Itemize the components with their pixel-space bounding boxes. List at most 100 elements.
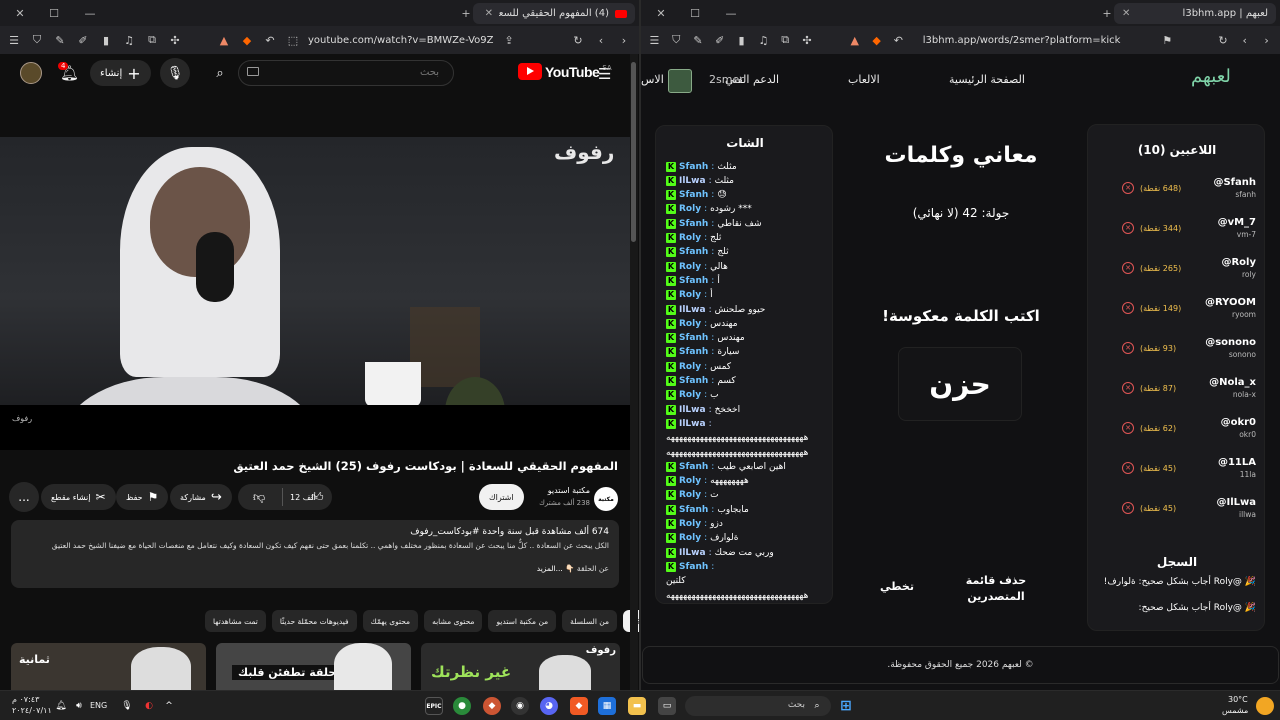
close-tab-icon[interactable]: ✕ [1122, 8, 1130, 19]
thumbnail[interactable]: حلقة تطفئن قلبك [216, 643, 411, 690]
create-button[interactable]: إنشاء + [90, 60, 151, 86]
menu-icon[interactable]: ☰ [6, 32, 22, 48]
microphone-tray-icon[interactable]: 🎙 [118, 697, 136, 715]
nav-games[interactable]: الالعاب [848, 73, 880, 86]
github-icon[interactable]: ◉ [511, 697, 529, 715]
page-scrollbar[interactable] [630, 54, 638, 690]
close-window-icon[interactable]: ✕ [10, 3, 30, 23]
remove-player-icon[interactable]: ✕ [1122, 182, 1134, 194]
minimize-icon[interactable]: — [80, 3, 100, 23]
music-icon[interactable]: ♫ [121, 32, 137, 48]
remove-player-icon[interactable]: ✕ [1122, 302, 1134, 314]
chip-channel[interactable]: من مكتبة استديو [488, 610, 557, 632]
shield-icon[interactable]: ⛉ [669, 32, 684, 48]
remove-player-icon[interactable]: ✕ [1122, 422, 1134, 434]
more-actions-button[interactable]: ... [9, 482, 39, 512]
extensions-icon[interactable]: ✣ [800, 32, 815, 48]
bookmark-icon[interactable]: ⚑ [1160, 32, 1175, 48]
screenshot-icon[interactable]: ⧉ [778, 32, 793, 48]
tab-youtube[interactable]: (4) المفهوم الحقيقي للسعادة | ✕ [473, 3, 635, 24]
chevron-up-icon[interactable]: ^ [160, 697, 178, 715]
menu-icon[interactable]: ☰ [647, 32, 662, 48]
youtube-logo[interactable]: YouTube SA [518, 63, 612, 80]
brave-taskbar-icon[interactable]: ◆ [570, 697, 588, 715]
chip-recent[interactable]: فيديوهات محمّلة حديثًا [271, 610, 357, 632]
forward-icon[interactable]: › [1259, 32, 1274, 48]
forward-icon[interactable]: › [616, 32, 632, 48]
chip-series[interactable]: من السلسلة [562, 610, 618, 632]
pin-icon[interactable]: ✎ [52, 32, 68, 48]
user-avatar[interactable] [668, 69, 692, 93]
sidebar-icon[interactable]: ▮ [98, 32, 114, 48]
reload-icon[interactable]: ↻ [1216, 32, 1231, 48]
close-window-icon[interactable]: ✕ [651, 3, 671, 23]
skip-button[interactable]: تخطي [869, 580, 925, 593]
sun-icon[interactable] [1256, 697, 1274, 715]
store-icon[interactable]: ▦ [598, 697, 616, 715]
chrome-icon[interactable]: ● [453, 697, 471, 715]
video-description[interactable]: 674 ألف مشاهدة قبل سنة واحدة #بودكاست_رف… [11, 520, 619, 588]
video-player[interactable]: رفوف [0, 137, 630, 405]
close-tab-icon[interactable]: ✕ [485, 8, 493, 19]
weather-temp[interactable]: 30°C [1228, 695, 1248, 704]
extensions-icon[interactable]: ✣ [167, 32, 183, 48]
keyboard-icon[interactable] [247, 67, 259, 76]
save-button[interactable]: حفظ ⚑ [116, 484, 169, 510]
triangle-icon[interactable]: ▲ [216, 32, 232, 48]
clip-button[interactable]: إنشاء مقطع ✂ [41, 484, 116, 510]
remove-player-icon[interactable]: ✕ [1122, 502, 1134, 514]
nav-home[interactable]: الصفحة الرئيسية [949, 73, 1025, 86]
pencil-icon[interactable]: ✐ [712, 32, 727, 48]
music-icon[interactable]: ♫ [756, 32, 771, 48]
screenshot-icon[interactable]: ⧉ [144, 32, 160, 48]
speaker-icon[interactable]: 🔊︎ [70, 697, 88, 715]
language-indicator[interactable]: ENG [90, 701, 107, 710]
notification-icon[interactable]: 🔔︎ [52, 697, 70, 715]
address-bar[interactable]: youtube.com/watch?v=BMWZe-Vo9ZQ&t... [308, 35, 494, 46]
back-icon[interactable]: ‹ [593, 32, 609, 48]
pencil-icon[interactable]: ✐ [75, 32, 91, 48]
like-icon[interactable]: 👍︎ [311, 490, 324, 505]
remove-player-icon[interactable]: ✕ [1122, 342, 1134, 354]
chip-for-you[interactable]: محتوى يهمّك [362, 610, 419, 632]
address-bar[interactable]: l3bhm.app/words/2smer?platform=kick [923, 35, 1153, 46]
nav-username[interactable]: 2smer [709, 73, 744, 86]
avatar[interactable] [20, 62, 42, 84]
app-icon[interactable]: ◆ [483, 697, 501, 715]
share-button[interactable]: مشاركة ↪ [170, 484, 232, 510]
thumbnail[interactable]: ثمانية [11, 643, 206, 690]
brave-icon[interactable]: ◆ [239, 32, 255, 48]
thumbnail[interactable]: رفوف غير نظرتك [421, 643, 620, 690]
discord-icon[interactable]: ◕ [540, 697, 558, 715]
tab-l3bhm[interactable]: ✕ l3bhm.app | لعبهم [1114, 3, 1276, 24]
chip-watched[interactable]: تمت مشاهدتها [205, 610, 266, 632]
search-input[interactable]: بحث [238, 60, 454, 86]
scrollbar-thumb[interactable] [631, 62, 636, 242]
nav-name-clipped[interactable]: الاس [641, 73, 664, 86]
windows-start-icon[interactable]: ⊞ [837, 697, 855, 715]
search-icon[interactable]: ⌕ [808, 697, 826, 715]
site-info-icon[interactable]: ⬚ [285, 32, 301, 48]
back-history-icon[interactable]: ↶ [891, 32, 906, 48]
site-logo[interactable]: لعبهم [1191, 66, 1231, 87]
back-icon[interactable]: ‹ [1237, 32, 1252, 48]
chip-similar[interactable]: محتوى مشابه [424, 610, 483, 632]
search-icon[interactable]: ⌕ [205, 58, 235, 88]
remove-player-icon[interactable]: ✕ [1122, 382, 1134, 394]
maximize-icon[interactable]: ☐ [44, 3, 64, 23]
back-history-icon[interactable]: ↶ [262, 32, 278, 48]
channel-avatar[interactable]: مكتبة [594, 487, 618, 511]
pin-icon[interactable]: ✎ [691, 32, 706, 48]
task-view-icon[interactable]: ▭ [658, 697, 676, 715]
shield-icon[interactable]: ⛉ [29, 32, 45, 48]
sidebar-icon[interactable]: ▮ [734, 32, 749, 48]
triangle-icon[interactable]: ▲ [847, 32, 862, 48]
minimize-icon[interactable]: — [721, 3, 741, 23]
delete-leaderboard-button[interactable]: حذف قائمة المتصدرين [961, 573, 1031, 605]
microphone-icon[interactable]: 🎙 [160, 58, 190, 88]
subscribe-button[interactable]: اشتراك [479, 484, 524, 510]
share-page-icon[interactable]: ⇪ [501, 32, 517, 48]
epic-games-icon[interactable]: EPIC [425, 697, 443, 715]
channel-name[interactable]: مكتبة استديو [536, 486, 590, 495]
reload-icon[interactable]: ↻ [570, 32, 586, 48]
